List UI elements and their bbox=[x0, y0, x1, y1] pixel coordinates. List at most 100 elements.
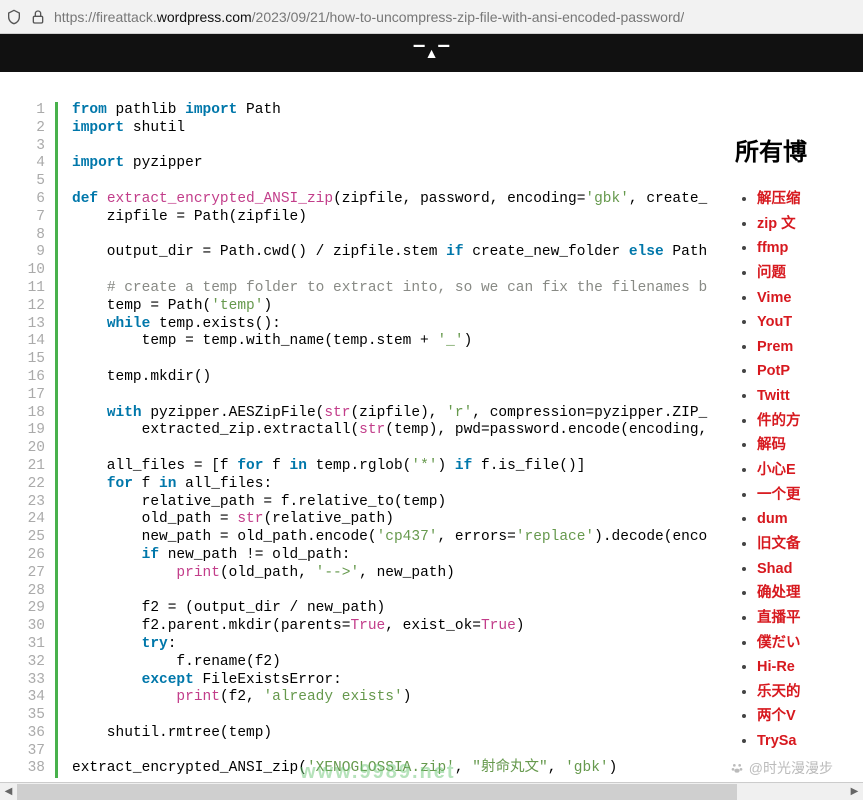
code-line bbox=[72, 138, 735, 156]
scroll-right-arrow[interactable]: ▶ bbox=[846, 783, 863, 800]
sidebar-item[interactable]: 件的方 bbox=[757, 409, 863, 434]
code-line: def extract_encrypted_ANSI_zip(zipfile, … bbox=[72, 191, 735, 209]
code-line bbox=[72, 583, 735, 601]
code-line: print(f2, 'already exists') bbox=[72, 689, 735, 707]
watermark-green: www.9989.net bbox=[300, 761, 456, 784]
code-line: temp.mkdir() bbox=[72, 369, 735, 387]
line-number: 26 bbox=[0, 547, 45, 565]
line-number: 25 bbox=[0, 529, 45, 547]
line-number: 28 bbox=[0, 583, 45, 601]
line-number: 20 bbox=[0, 440, 45, 458]
sidebar-item[interactable]: YouT bbox=[757, 310, 863, 335]
line-number: 29 bbox=[0, 600, 45, 618]
line-number: 7 bbox=[0, 209, 45, 227]
url-path: /2023/09/21/how-to-uncompress-zip-file-w… bbox=[252, 9, 685, 25]
sidebar: 所有博 解压缩zip 文ffmp问题VimeYouTPremPotPTwitt件… bbox=[735, 72, 863, 782]
top-dark-bar[interactable]: ▔▲▔ bbox=[0, 34, 863, 72]
sidebar-item[interactable]: 解码 bbox=[757, 433, 863, 458]
sidebar-item[interactable]: zip 文 bbox=[757, 212, 863, 237]
horizontal-scrollbar[interactable]: ◀ ▶ bbox=[0, 782, 863, 800]
sidebar-item[interactable]: 问题 bbox=[757, 261, 863, 286]
line-number: 3 bbox=[0, 138, 45, 156]
sidebar-item[interactable]: 直播平 bbox=[757, 606, 863, 631]
sidebar-item[interactable]: 解压缩 bbox=[757, 187, 863, 212]
line-number: 5 bbox=[0, 173, 45, 191]
shield-icon bbox=[6, 9, 22, 25]
code-line bbox=[72, 440, 735, 458]
line-number: 27 bbox=[0, 565, 45, 583]
code-line: f2 = (output_dir / new_path) bbox=[72, 600, 735, 618]
sidebar-item[interactable]: dum bbox=[757, 507, 863, 532]
sidebar-item[interactable]: Hi-Re bbox=[757, 655, 863, 680]
sidebar-item[interactable]: 旧文备 bbox=[757, 532, 863, 557]
sidebar-item[interactable]: ffmp bbox=[757, 236, 863, 261]
code-line: old_path = str(relative_path) bbox=[72, 511, 735, 529]
line-number: 32 bbox=[0, 654, 45, 672]
code-line: zipfile = Path(zipfile) bbox=[72, 209, 735, 227]
lock-icon bbox=[30, 9, 46, 25]
code-line: # create a temp folder to extract into, … bbox=[72, 280, 735, 298]
line-number: 35 bbox=[0, 707, 45, 725]
line-number: 31 bbox=[0, 636, 45, 654]
sidebar-item[interactable]: 僕だい bbox=[757, 631, 863, 656]
line-number: 19 bbox=[0, 422, 45, 440]
code-body[interactable]: from pathlib import Pathimport shutil im… bbox=[55, 102, 735, 778]
address-bar[interactable]: https://fireattack.wordpress.com/2023/09… bbox=[0, 0, 863, 34]
code-line bbox=[72, 387, 735, 405]
sidebar-item[interactable]: Twitt bbox=[757, 384, 863, 409]
scroll-left-arrow[interactable]: ◀ bbox=[0, 783, 17, 800]
line-number: 23 bbox=[0, 494, 45, 512]
line-number: 21 bbox=[0, 458, 45, 476]
code-line: print(old_path, '-->', new_path) bbox=[72, 565, 735, 583]
sidebar-item[interactable]: Prem bbox=[757, 335, 863, 360]
line-number: 16 bbox=[0, 369, 45, 387]
code-line: except FileExistsError: bbox=[72, 672, 735, 690]
line-number: 4 bbox=[0, 155, 45, 173]
code-line: try: bbox=[72, 636, 735, 654]
collapse-icon: ▔▲▔ bbox=[414, 45, 449, 62]
line-number: 14 bbox=[0, 333, 45, 351]
line-number: 22 bbox=[0, 476, 45, 494]
url-text[interactable]: https://fireattack.wordpress.com/2023/09… bbox=[54, 9, 684, 25]
line-number: 1 bbox=[0, 102, 45, 120]
watermark: @时光漫漫步 bbox=[729, 758, 833, 778]
code-line bbox=[72, 707, 735, 725]
line-number: 38 bbox=[0, 760, 45, 778]
code-line: for f in all_files: bbox=[72, 476, 735, 494]
line-number: 37 bbox=[0, 743, 45, 761]
sidebar-item[interactable]: Shad bbox=[757, 557, 863, 582]
sidebar-item[interactable]: 乐天的 bbox=[757, 680, 863, 705]
main-content: 1234567891011121314151617181920212223242… bbox=[0, 72, 863, 782]
sidebar-item[interactable]: TrySa bbox=[757, 729, 863, 754]
line-number: 18 bbox=[0, 405, 45, 423]
url-prefix: https://fireattack. bbox=[54, 9, 157, 25]
sidebar-item[interactable]: 确处理 bbox=[757, 581, 863, 606]
line-number: 11 bbox=[0, 280, 45, 298]
code-block: 1234567891011121314151617181920212223242… bbox=[0, 102, 735, 778]
sidebar-item[interactable]: 两个V bbox=[757, 704, 863, 729]
code-line bbox=[72, 262, 735, 280]
watermark-text: @时光漫漫步 bbox=[749, 758, 833, 778]
code-line: import pyzipper bbox=[72, 155, 735, 173]
sidebar-item[interactable]: PotP bbox=[757, 359, 863, 384]
line-number: 10 bbox=[0, 262, 45, 280]
code-line bbox=[72, 351, 735, 369]
code-line: new_path = old_path.encode('cp437', erro… bbox=[72, 529, 735, 547]
line-number: 34 bbox=[0, 689, 45, 707]
code-line: temp = temp.with_name(temp.stem + '_') bbox=[72, 333, 735, 351]
line-number: 13 bbox=[0, 316, 45, 334]
line-gutter: 1234567891011121314151617181920212223242… bbox=[0, 102, 55, 778]
line-number: 6 bbox=[0, 191, 45, 209]
line-number: 24 bbox=[0, 511, 45, 529]
line-number: 2 bbox=[0, 120, 45, 138]
sidebar-item[interactable]: 小心E bbox=[757, 458, 863, 483]
code-line: extracted_zip.extractall(str(temp), pwd=… bbox=[72, 422, 735, 440]
sidebar-item[interactable]: 一个更 bbox=[757, 483, 863, 508]
paw-icon bbox=[729, 760, 745, 776]
code-line: f2.parent.mkdir(parents=True, exist_ok=T… bbox=[72, 618, 735, 636]
scroll-thumb[interactable] bbox=[17, 784, 737, 800]
sidebar-item[interactable]: Vime bbox=[757, 286, 863, 311]
code-line: while temp.exists(): bbox=[72, 316, 735, 334]
line-number: 36 bbox=[0, 725, 45, 743]
code-area: 1234567891011121314151617181920212223242… bbox=[0, 72, 735, 782]
